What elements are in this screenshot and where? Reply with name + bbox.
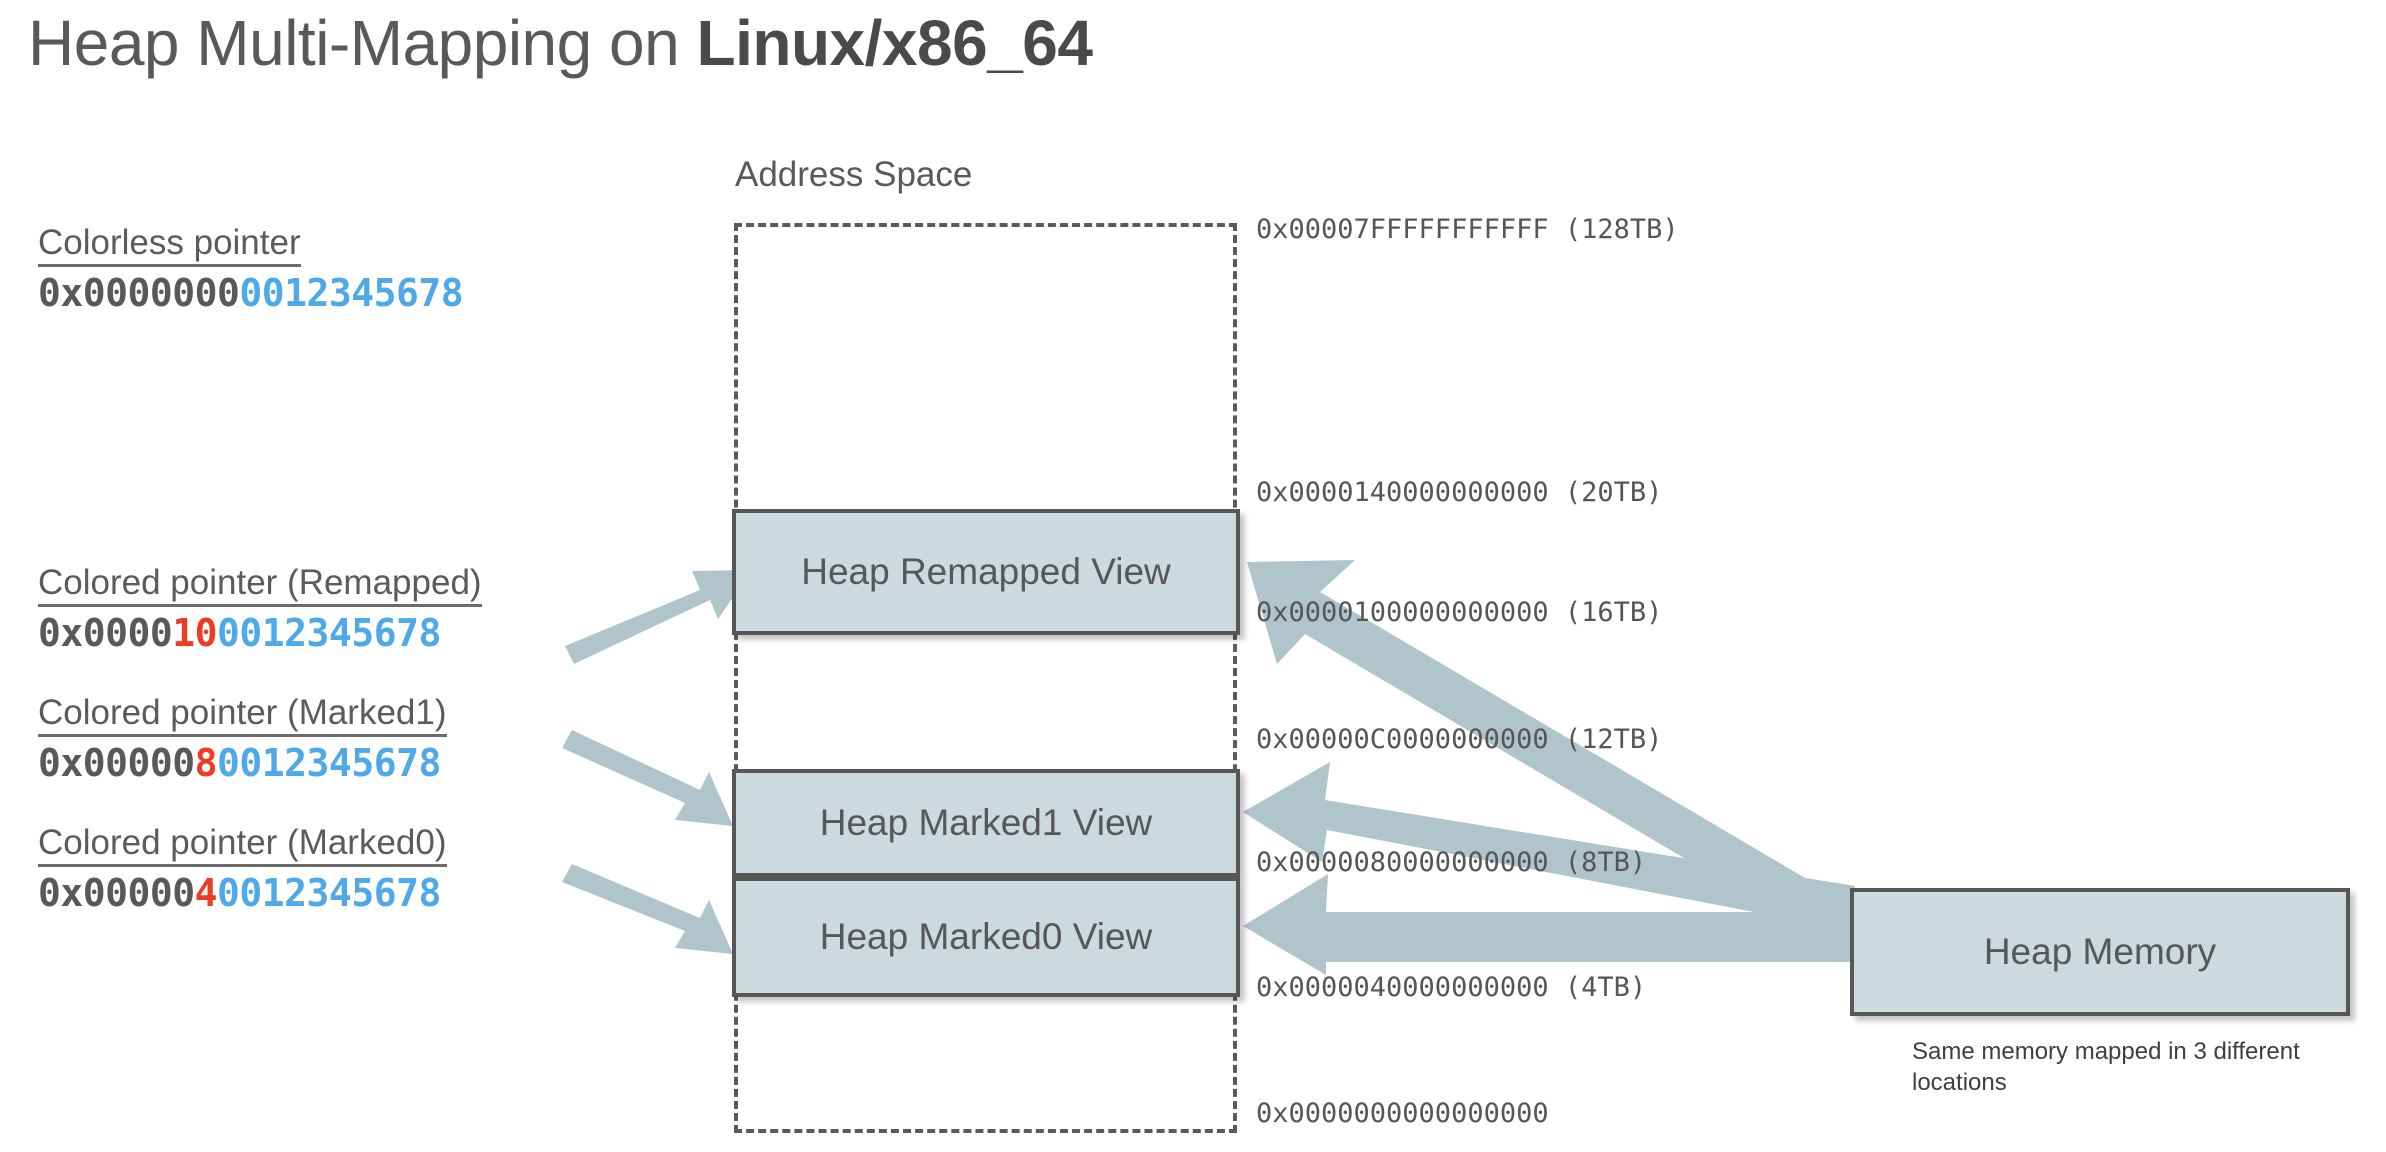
- heap-remapped-view-label: Heap Remapped View: [801, 551, 1171, 592]
- pointer-marked0-prefix: 0x00000: [38, 871, 195, 916]
- pointer-remapped-value: 0x0000100012345678: [38, 610, 482, 656]
- pointer-remapped: Colored pointer (Remapped) 0x00001000123…: [38, 562, 482, 657]
- page-title: Heap Multi-Mapping on Linux/x86_64: [28, 6, 1093, 80]
- pointer-remapped-prefix: 0x0000: [38, 611, 173, 656]
- arrow-marked1-pointer: [562, 730, 733, 826]
- arrow-heapmem-to-marked0: [1243, 874, 1850, 975]
- arrow-marked0-pointer: [562, 864, 733, 954]
- pointer-marked1: Colored pointer (Marked1) 0x000008001234…: [38, 692, 447, 787]
- address-tick-20tb: 0x0000140000000000 (20TB): [1256, 477, 1663, 508]
- pointer-marked1-prefix: 0x00000: [38, 741, 195, 786]
- address-tick-128tb: 0x00007FFFFFFFFFFF (128TB): [1256, 214, 1679, 245]
- pointer-marked1-suffix: 0012345678: [217, 741, 441, 786]
- heap-memory-box[interactable]: Heap Memory: [1850, 888, 2350, 1016]
- pointer-marked0-value: 0x0000040012345678: [38, 870, 447, 916]
- pointer-colorless: Colorless pointer 0x00000000012345678: [38, 222, 464, 317]
- pointer-marked0-caption: Colored pointer (Marked0): [38, 822, 447, 868]
- pointer-remapped-caption: Colored pointer (Remapped): [38, 562, 482, 608]
- pointer-marked0: Colored pointer (Marked0) 0x000004001234…: [38, 822, 447, 917]
- pointer-colorless-prefix: 0x0000000: [38, 271, 240, 316]
- pointer-remapped-nibble: 10: [172, 611, 218, 656]
- heap-marked0-view-box[interactable]: Heap Marked0 View: [732, 877, 1240, 997]
- address-space-label: Address Space: [735, 155, 973, 194]
- heap-marked0-view-label: Heap Marked0 View: [819, 916, 1153, 957]
- address-tick-16tb: 0x0000100000000000 (16TB): [1256, 597, 1663, 628]
- pointer-colorless-caption: Colorless pointer: [38, 222, 301, 268]
- page-title-plain: Heap Multi-Mapping on: [28, 7, 697, 79]
- heap-memory-caption: Same memory mapped in 3 different locati…: [1912, 1038, 2300, 1096]
- page-title-bold: Linux/x86_64: [696, 7, 1093, 79]
- heap-marked1-view-label: Heap Marked1 View: [819, 802, 1153, 843]
- pointer-marked1-nibble: 8: [194, 741, 218, 786]
- pointer-colorless-suffix: 0012345678: [239, 271, 464, 316]
- pointer-remapped-suffix: 0012345678: [217, 611, 441, 656]
- address-tick-4tb: 0x0000040000000000 (4TB): [1256, 972, 1647, 1003]
- address-tick-8tb: 0x0000080000000000 (8TB): [1256, 847, 1647, 878]
- slide-canvas: Heap Multi-Mapping on Linux/x86_64 Addre…: [0, 0, 2386, 1152]
- arrow-heapmem-to-marked1: [1243, 762, 1855, 930]
- pointer-marked0-suffix: 0012345678: [217, 871, 441, 916]
- pointer-marked1-value: 0x0000080012345678: [38, 740, 447, 786]
- address-tick-12tb: 0x00000C0000000000 (12TB): [1256, 724, 1663, 755]
- address-tick-0: 0x0000000000000000: [1256, 1098, 1549, 1129]
- heap-memory-label: Heap Memory: [1983, 931, 2217, 972]
- heap-marked1-view-box[interactable]: Heap Marked1 View: [732, 769, 1240, 877]
- pointer-colorless-value: 0x00000000012345678: [38, 270, 464, 316]
- arrow-remapped-pointer: [565, 570, 752, 664]
- pointer-marked0-nibble: 4: [194, 871, 218, 916]
- heap-remapped-view-box[interactable]: Heap Remapped View: [732, 509, 1240, 635]
- pointer-marked1-caption: Colored pointer (Marked1): [38, 692, 447, 738]
